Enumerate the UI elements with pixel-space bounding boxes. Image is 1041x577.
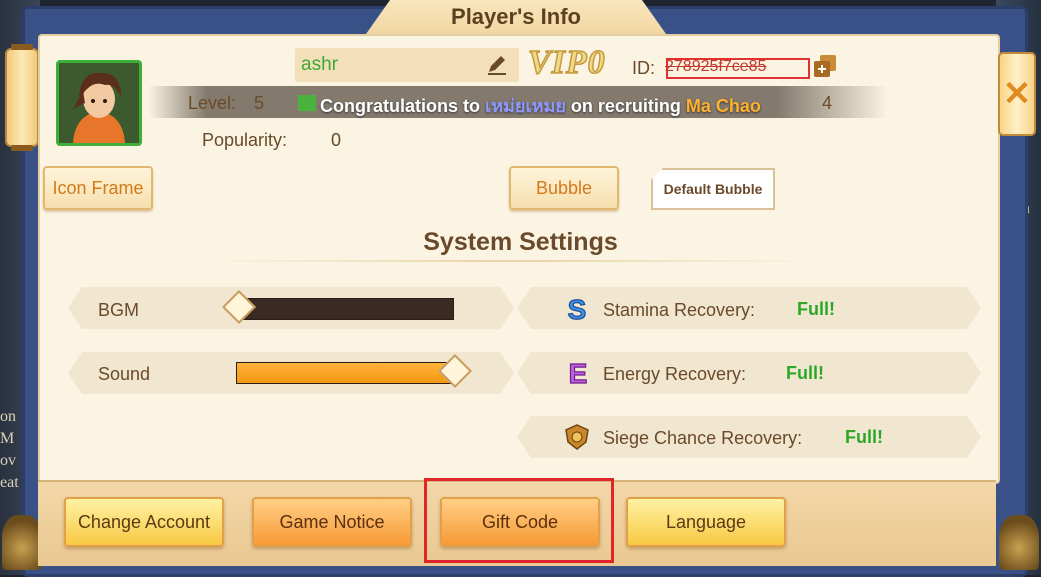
popularity-label: Popularity: <box>202 130 288 150</box>
bubble-preview: Default Bubble <box>651 168 775 210</box>
bubble-button[interactable]: Bubble <box>509 166 619 210</box>
system-settings-title: System Settings <box>423 228 618 256</box>
energy-value: Full! <box>786 363 824 383</box>
svg-text:S: S <box>568 295 587 323</box>
bubble-preview-text: Default Bubble <box>663 181 763 197</box>
bgm-label: BGM <box>98 300 140 320</box>
svg-text:E: E <box>569 359 588 387</box>
title-tab: Player's Info <box>366 0 666 34</box>
player-name-field[interactable]: ashr <box>295 48 519 82</box>
change-account-button[interactable]: Change Account <box>64 497 224 547</box>
stamina-label: Stamina Recovery: <box>603 300 756 320</box>
announcement-player: เหม่ยเหมย <box>485 96 566 116</box>
icon-frame-button[interactable]: Icon Frame <box>43 166 153 210</box>
divider <box>200 260 820 262</box>
energy-label: Energy Recovery: <box>603 364 747 384</box>
id-label: ID: <box>632 58 656 78</box>
close-icon: ✕ <box>1002 75 1032 113</box>
redaction-box <box>666 58 810 79</box>
bgm-slider[interactable] <box>222 290 454 324</box>
siege-value: Full! <box>845 427 883 447</box>
exp-bar <box>298 95 316 111</box>
popularity-value: 0 <box>331 130 342 150</box>
energy-e-icon: E <box>568 359 588 387</box>
siege-shield-icon <box>565 424 589 450</box>
lantern-left-icon <box>5 44 39 151</box>
pencil-edit-icon[interactable] <box>485 54 509 76</box>
sound-label: Sound <box>98 364 151 384</box>
game-notice-button[interactable]: Game Notice <box>252 497 412 547</box>
hero-portrait-icon <box>59 63 139 143</box>
marquee-trailing: 4 <box>822 93 833 113</box>
announcement-middle: on recruiting <box>570 96 681 116</box>
dragon-ornament-icon <box>2 515 42 570</box>
vip-badge: VIP0 <box>527 43 606 82</box>
language-button[interactable]: Language <box>626 497 786 547</box>
dragon-ornament-icon <box>999 515 1039 570</box>
close-button[interactable]: ✕ <box>998 52 1036 136</box>
stamina-s-icon: S <box>567 295 587 323</box>
sound-slider[interactable] <box>236 354 472 388</box>
stamina-value: Full! <box>797 299 835 319</box>
copy-icon[interactable] <box>812 53 838 79</box>
siege-label: Siege Chance Recovery: <box>603 428 803 448</box>
gift-code-highlight <box>424 478 614 563</box>
announcement-hero: Ma Chao <box>685 96 761 116</box>
announcement-text: Congratulations to เหม่ยเหมย on recruiti… <box>320 91 761 120</box>
announcement-prefix: Congratulations to <box>320 96 480 116</box>
sound-slider-fill <box>237 363 453 383</box>
dialog-title: Player's Info <box>451 4 581 29</box>
level-value: 5 <box>254 93 265 113</box>
avatar[interactable] <box>56 60 142 146</box>
player-name: ashr <box>301 54 338 75</box>
level-label: Level: <box>188 93 237 113</box>
